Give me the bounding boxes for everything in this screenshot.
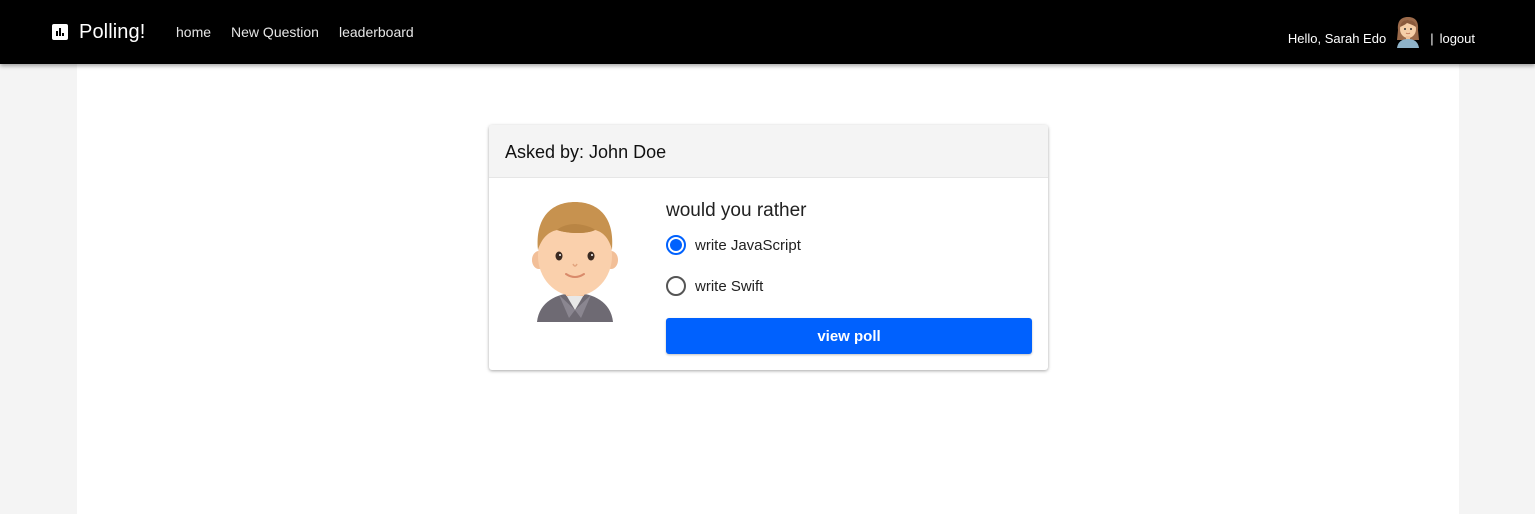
logout-link[interactable]: logout	[1440, 31, 1475, 46]
brand-title: Polling!	[79, 20, 146, 43]
card-header: Asked by: John Doe	[489, 125, 1048, 178]
user-greeting: Hello, Sarah Edo	[1287, 30, 1387, 46]
option-label: write Swift	[695, 277, 764, 295]
asked-by-title: Asked by: John Doe	[505, 142, 667, 162]
nav-links: home New Question leaderboard	[176, 24, 414, 40]
option-javascript[interactable]: write JavaScript	[666, 235, 801, 255]
nav-link-leaderboard[interactable]: leaderboard	[339, 24, 414, 40]
question-title: would you rather	[666, 200, 807, 221]
radio-unchecked[interactable]	[666, 276, 686, 296]
radio-checked[interactable]	[666, 235, 686, 255]
author-avatar	[532, 202, 618, 322]
view-poll-button[interactable]: view poll	[666, 318, 1032, 354]
bar-chart-icon	[52, 24, 68, 40]
option-swift[interactable]: write Swift	[666, 276, 763, 296]
brand-link[interactable]: Polling!	[52, 19, 145, 45]
user-avatar	[1397, 17, 1420, 48]
question-card: Asked by: John Doe would you rather writ…	[489, 125, 1048, 370]
nav-link-home[interactable]: home	[176, 24, 211, 40]
user-area: Hello, Sarah Edo | logout	[1288, 16, 1475, 48]
nav-separator: |	[1430, 30, 1434, 46]
nav-link-new-question[interactable]: New Question	[231, 24, 319, 40]
main-content: Asked by: John Doe would you rather writ…	[77, 64, 1459, 514]
top-navbar: Polling! home New Question leaderboard H…	[0, 0, 1535, 64]
card-body: would you rather write JavaScript write …	[489, 178, 1048, 370]
option-label: write JavaScript	[695, 236, 801, 254]
